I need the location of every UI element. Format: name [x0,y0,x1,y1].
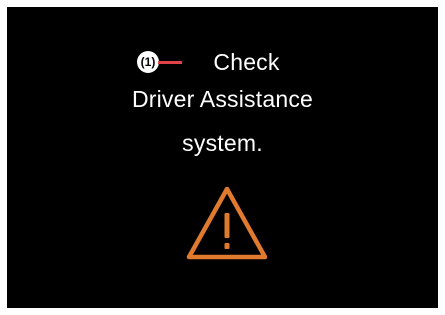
instrument-display: Check (1) Driver Assistance system. [7,7,438,308]
message-line-3: system. [182,130,263,156]
warning-triangle-icon [186,186,268,260]
callout-number: (1) [137,51,159,73]
message-line-2: Driver Assistance [131,86,314,112]
message-line-1: Check [7,48,438,76]
callout-leader-line [158,61,182,64]
callout-marker: (1) [137,51,191,75]
